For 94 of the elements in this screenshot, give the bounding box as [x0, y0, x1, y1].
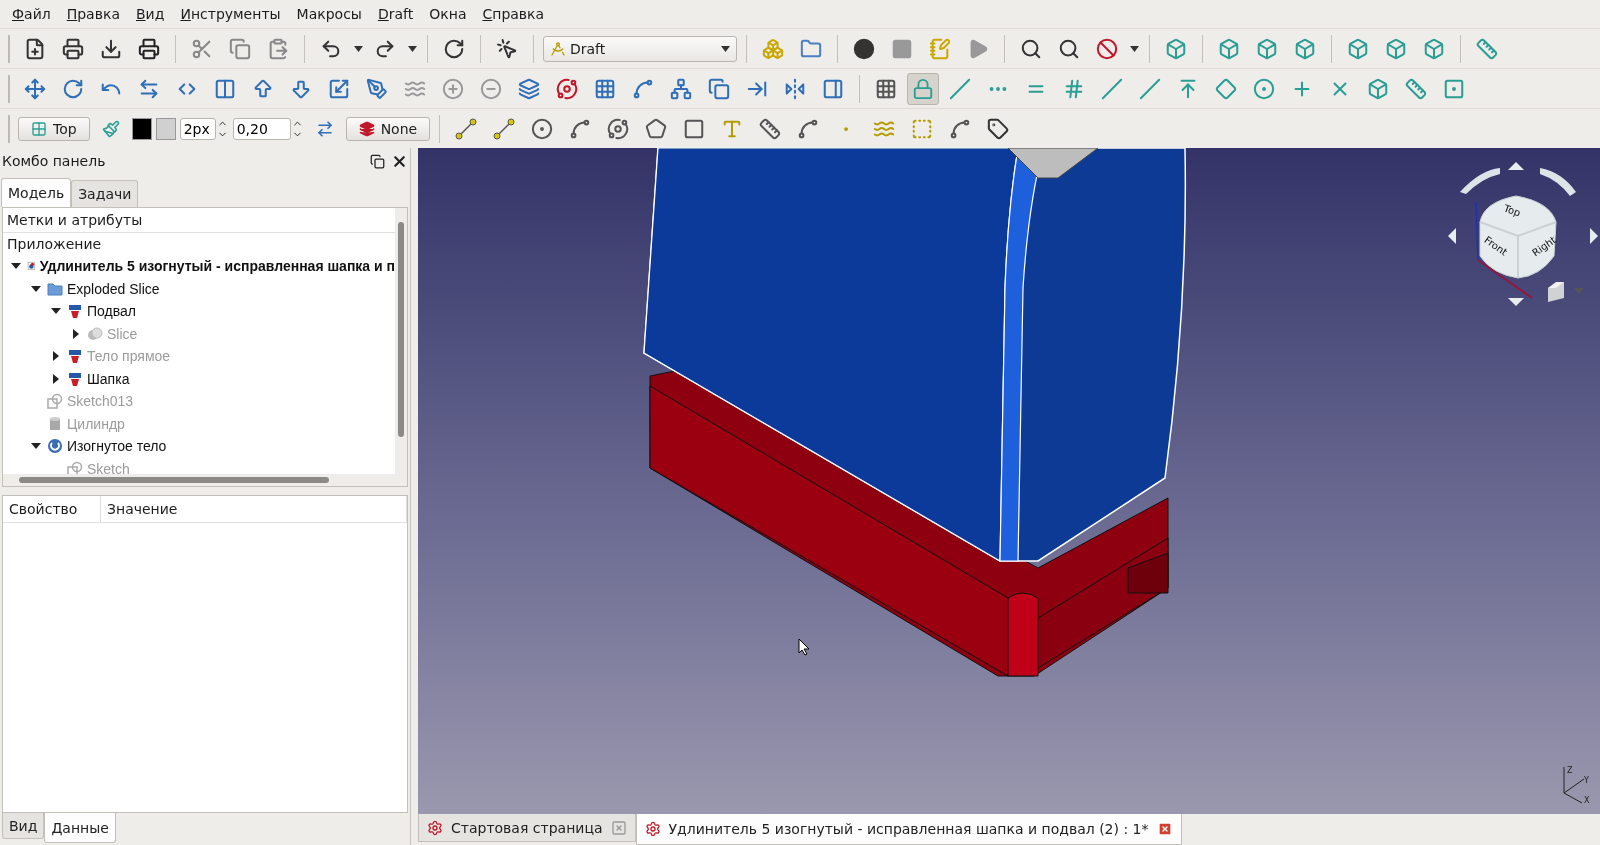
save-icon[interactable] — [100, 37, 122, 60]
whats-this-icon[interactable] — [496, 37, 518, 60]
copy-icon[interactable] — [229, 37, 251, 60]
mouse-pointer-icon — [798, 638, 810, 656]
tree-item[interactable]: Шапка — [87, 370, 130, 387]
move-icon[interactable] — [24, 77, 46, 100]
column-header: Свойство — [3, 496, 101, 522]
sketch-icon — [67, 460, 83, 477]
measure-icon[interactable] — [1476, 37, 1498, 60]
working-plane-button[interactable]: Top — [18, 116, 90, 141]
print-icon[interactable] — [138, 37, 160, 60]
tree-item[interactable]: Подвал — [87, 303, 136, 320]
edit-icon[interactable] — [366, 77, 388, 100]
paste-icon[interactable] — [267, 37, 289, 60]
body-icon — [67, 303, 83, 320]
menu-item[interactable]: Окна — [421, 6, 475, 22]
dropdown-caret-icon[interactable] — [353, 45, 363, 52]
cut-icon[interactable] — [191, 37, 213, 60]
menu-item[interactable]: Правка — [58, 6, 128, 22]
new-file-icon[interactable] — [24, 37, 46, 60]
folder-icon[interactable] — [800, 37, 822, 60]
snap-lock-button[interactable] — [907, 72, 939, 105]
line-color-swatch[interactable] — [131, 117, 152, 140]
menu-item[interactable]: Макросы — [288, 6, 370, 22]
sketch-icon — [47, 393, 63, 410]
axis-label: X — [1584, 796, 1590, 805]
grid-icon[interactable] — [875, 77, 897, 100]
isometric-view-icon[interactable] — [1165, 37, 1187, 60]
bent-body-icon — [47, 438, 63, 455]
column-header: Значение — [101, 496, 407, 522]
plane-icon — [31, 120, 47, 137]
float-panel-icon[interactable] — [370, 153, 385, 169]
axis-label: Y — [1584, 776, 1589, 785]
label-icon[interactable] — [987, 117, 1010, 140]
expand-arrow-icon[interactable] — [51, 373, 61, 384]
document-tab[interactable]: Стартовая страница — [418, 814, 636, 842]
stop-icon[interactable] — [891, 37, 913, 60]
vertical-scrollbar[interactable] — [395, 208, 407, 486]
menu-item[interactable]: Инструменты — [172, 6, 289, 22]
tree-item[interactable]: Удлинитель 5 изогнутый - исправленная шапка и п — [39, 258, 395, 275]
body-icon — [67, 348, 83, 365]
scale-icon[interactable] — [328, 77, 350, 100]
circle-icon[interactable] — [531, 117, 554, 140]
workbench-dropdown[interactable]: Draft — [543, 35, 737, 62]
menu-item[interactable]: Draft — [369, 6, 422, 22]
paint-icon[interactable] — [101, 119, 120, 138]
menu-item[interactable]: Справка — [474, 6, 553, 22]
trim-icon[interactable] — [138, 77, 160, 100]
autogroup-button[interactable]: None — [345, 116, 431, 141]
axis-label: Z — [1567, 766, 1573, 775]
font-size-field[interactable]: 0,20 — [232, 117, 291, 140]
panel-tab[interactable]: Вид — [2, 813, 45, 839]
tree-item[interactable]: Exploded Slice — [67, 280, 160, 297]
cylinder-icon — [47, 415, 63, 432]
zoom-selection-icon[interactable] — [1058, 37, 1080, 60]
face-color-swatch[interactable] — [155, 117, 176, 140]
folder-icon — [47, 280, 63, 297]
horizontal-scrollbar[interactable] — [3, 474, 395, 486]
dropdown-caret-icon — [721, 45, 730, 52]
panel-tab[interactable]: Задачи — [71, 180, 139, 207]
dropdown-caret-icon[interactable] — [407, 45, 417, 52]
draft-workbench-icon — [550, 40, 566, 57]
polyline-icon[interactable] — [493, 117, 516, 140]
refresh-icon[interactable] — [443, 37, 465, 60]
expand-arrow-icon[interactable] — [71, 328, 81, 339]
polygon-icon[interactable] — [645, 117, 668, 140]
layer-icon — [358, 120, 375, 137]
record-icon[interactable] — [853, 37, 875, 60]
slice-icon — [87, 325, 103, 342]
body-icon — [67, 370, 83, 387]
panel-tab[interactable]: Данные — [44, 813, 116, 843]
document-tab[interactable]: Удлинитель 5 изогнутый - исправленная шапка и подвал (2) : 1* — [635, 814, 1182, 845]
cube-face-label[interactable]: Top — [1502, 202, 1523, 219]
axis-indicator-drawing — [1563, 766, 1585, 804]
line-icon[interactable] — [455, 117, 478, 140]
add-point-icon[interactable] — [442, 77, 464, 100]
dropdown-caret-icon[interactable] — [1129, 45, 1139, 52]
line-width-field[interactable]: 2px — [179, 117, 216, 140]
close-tab-icon[interactable] — [610, 819, 627, 836]
menu-item[interactable]: Файл — [4, 6, 59, 22]
delete-point-icon[interactable] — [480, 77, 502, 100]
expand-arrow-icon[interactable] — [31, 283, 41, 294]
menu-item[interactable]: Вид — [128, 6, 173, 22]
zoom-fit-icon[interactable] — [1020, 37, 1042, 60]
panel-tab[interactable]: Модель — [1, 178, 72, 207]
expand-arrow-icon[interactable] — [51, 351, 61, 362]
tree-header: Метки и атрибуты — [3, 208, 395, 233]
panel-title: Комбо панель — [2, 153, 106, 169]
upgrade-icon[interactable] — [252, 77, 274, 100]
tree-item[interactable]: Изогнутое тело — [67, 438, 167, 455]
tree-root-label: Приложение — [6, 235, 103, 254]
rotate-icon[interactable] — [62, 77, 84, 100]
rectangle-icon[interactable] — [683, 117, 706, 140]
navigation-cube-drawing[interactable] — [1448, 162, 1598, 306]
